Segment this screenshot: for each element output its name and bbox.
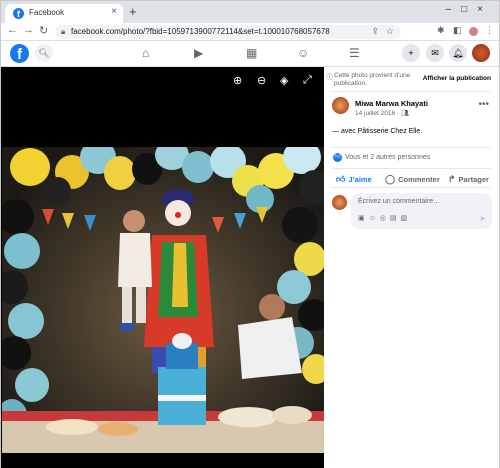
home-icon[interactable]: ⌂ (142, 46, 149, 60)
new-tab-icon[interactable]: + (129, 4, 137, 19)
zoom-in-icon[interactable]: ⊕ (233, 74, 242, 87)
lock-icon: 🔒︎ (61, 27, 66, 36)
tab-bar: f Facebook × + –□× (1, 1, 499, 23)
see-post-button[interactable]: Afficher la publication (423, 75, 491, 82)
comment-button[interactable]: ◯ Commenter (385, 174, 440, 185)
address-bar[interactable]: 🔒︎ facebook.com/photo/?fbid=105971390077… (55, 25, 401, 39)
divider (332, 147, 491, 148)
party-photo[interactable] (2, 147, 324, 453)
share-label: Partager (458, 175, 489, 184)
bookmark-star-icon[interactable]: ☆ (386, 26, 394, 37)
sticker-icon[interactable]: ▣ (358, 215, 369, 222)
notifications-icon[interactable]: 🔔︎ (449, 44, 467, 62)
post-date[interactable]: 14 juillet 2016 · 👥︎ (355, 109, 409, 117)
forward-icon[interactable]: → (23, 24, 34, 36)
tab-close-icon[interactable]: × (111, 6, 117, 17)
back-icon[interactable]: ← (7, 24, 18, 36)
like-label: J’aime (348, 175, 372, 184)
profile-icon[interactable] (469, 27, 478, 36)
messenger-icon[interactable]: ✉ (426, 44, 444, 62)
avatar-sticker-icon[interactable]: ▧ (401, 215, 412, 222)
create-icon[interactable]: + (402, 44, 420, 62)
menu-icon[interactable]: ☰ (349, 46, 360, 60)
divider (332, 187, 491, 188)
like-button[interactable]: 👍︎ J’aime (336, 174, 372, 185)
thumbs-up-icon: 👍︎ (336, 174, 346, 184)
author-name[interactable]: Miwa Marwa Khayati (355, 99, 428, 108)
window-controls[interactable]: –□× (446, 4, 493, 15)
url-text[interactable]: facebook.com/photo/?fbid=105971390077211… (71, 27, 330, 36)
zoom-out-icon[interactable]: ⊖ (257, 74, 266, 87)
minimize-icon[interactable]: – (446, 4, 462, 15)
emoji-icon[interactable]: ☺ (369, 215, 380, 222)
maximize-icon[interactable]: □ (461, 4, 477, 15)
gif-icon[interactable]: ▤ (390, 215, 401, 222)
post-date-text[interactable]: 14 juillet 2016 · (355, 110, 401, 117)
browser-tab[interactable]: f Facebook × (5, 4, 123, 23)
commenter-avatar (332, 195, 347, 210)
reload-icon[interactable]: ↻ (39, 24, 48, 37)
audience-friends-icon: 👥︎ (400, 110, 410, 117)
photo-viewer: ⊕ ⊖ ◈ ⤢ (1, 67, 324, 468)
author-avatar[interactable] (332, 97, 349, 114)
extensions-icon[interactable]: ✱ (437, 25, 445, 36)
photo-source-info: Cette photo provient d’une publication. (334, 72, 411, 87)
divider (332, 168, 491, 169)
post-caption: — avec Pâtisserie Chez Elle. (332, 128, 423, 135)
info-icon: ⓘ (326, 74, 333, 81)
comment-bubble-icon: ◯ (385, 174, 396, 184)
send-icon[interactable]: ➤ (479, 214, 486, 223)
close-window-icon[interactable]: × (477, 4, 493, 15)
comment-tools: ▣☺◎▤▧ (358, 214, 411, 222)
share-arrow-icon: ↱ (448, 174, 456, 184)
groups-icon[interactable]: ☺ (297, 46, 309, 60)
share-button[interactable]: ↱ Partager (448, 174, 489, 185)
fullscreen-icon[interactable]: ⤢ (303, 74, 312, 87)
sidebar-icon[interactable]: ◧ (453, 25, 462, 36)
post-panel: ⓘ Cette photo provient d’une publication… (324, 67, 499, 468)
facebook-favicon-icon: f (13, 8, 24, 19)
camera-icon[interactable]: ◎ (380, 215, 390, 222)
search-icon[interactable]: 🔍︎ (35, 44, 53, 62)
browser-menu-icon[interactable]: ⋮ (485, 25, 494, 36)
facebook-header: f 🔍︎ ⌂ ▶ ▦ ☺ ☰ + ✉ 🔔︎ (1, 41, 499, 67)
reactions-summary[interactable]: Vous et 2 autres personnes (345, 154, 430, 161)
watch-icon[interactable]: ▶ (194, 46, 203, 60)
facebook-logo-icon[interactable]: f (10, 44, 29, 63)
address-row: ← → ↻ 🔒︎ facebook.com/photo/?fbid=105971… (1, 23, 499, 41)
account-avatar[interactable] (472, 44, 490, 62)
party-photo-image (2, 147, 324, 453)
comment-placeholder[interactable]: Écrivez un commentaire… (358, 198, 440, 205)
divider (332, 91, 491, 92)
comment-input[interactable]: Écrivez un commentaire… ▣☺◎▤▧ ➤ (351, 193, 492, 229)
share-page-icon[interactable]: ⇪ (371, 26, 379, 37)
comment-label: Commenter (398, 175, 440, 184)
tab-title: Facebook (29, 8, 65, 17)
more-options-icon[interactable]: ••• (478, 99, 489, 110)
tag-icon[interactable]: ◈ (280, 74, 288, 87)
like-reaction-icon: 👍︎ (333, 153, 342, 162)
browser-window: f Facebook × + –□× ← → ↻ 🔒︎ facebook.com… (0, 0, 500, 468)
marketplace-icon[interactable]: ▦ (246, 46, 257, 60)
